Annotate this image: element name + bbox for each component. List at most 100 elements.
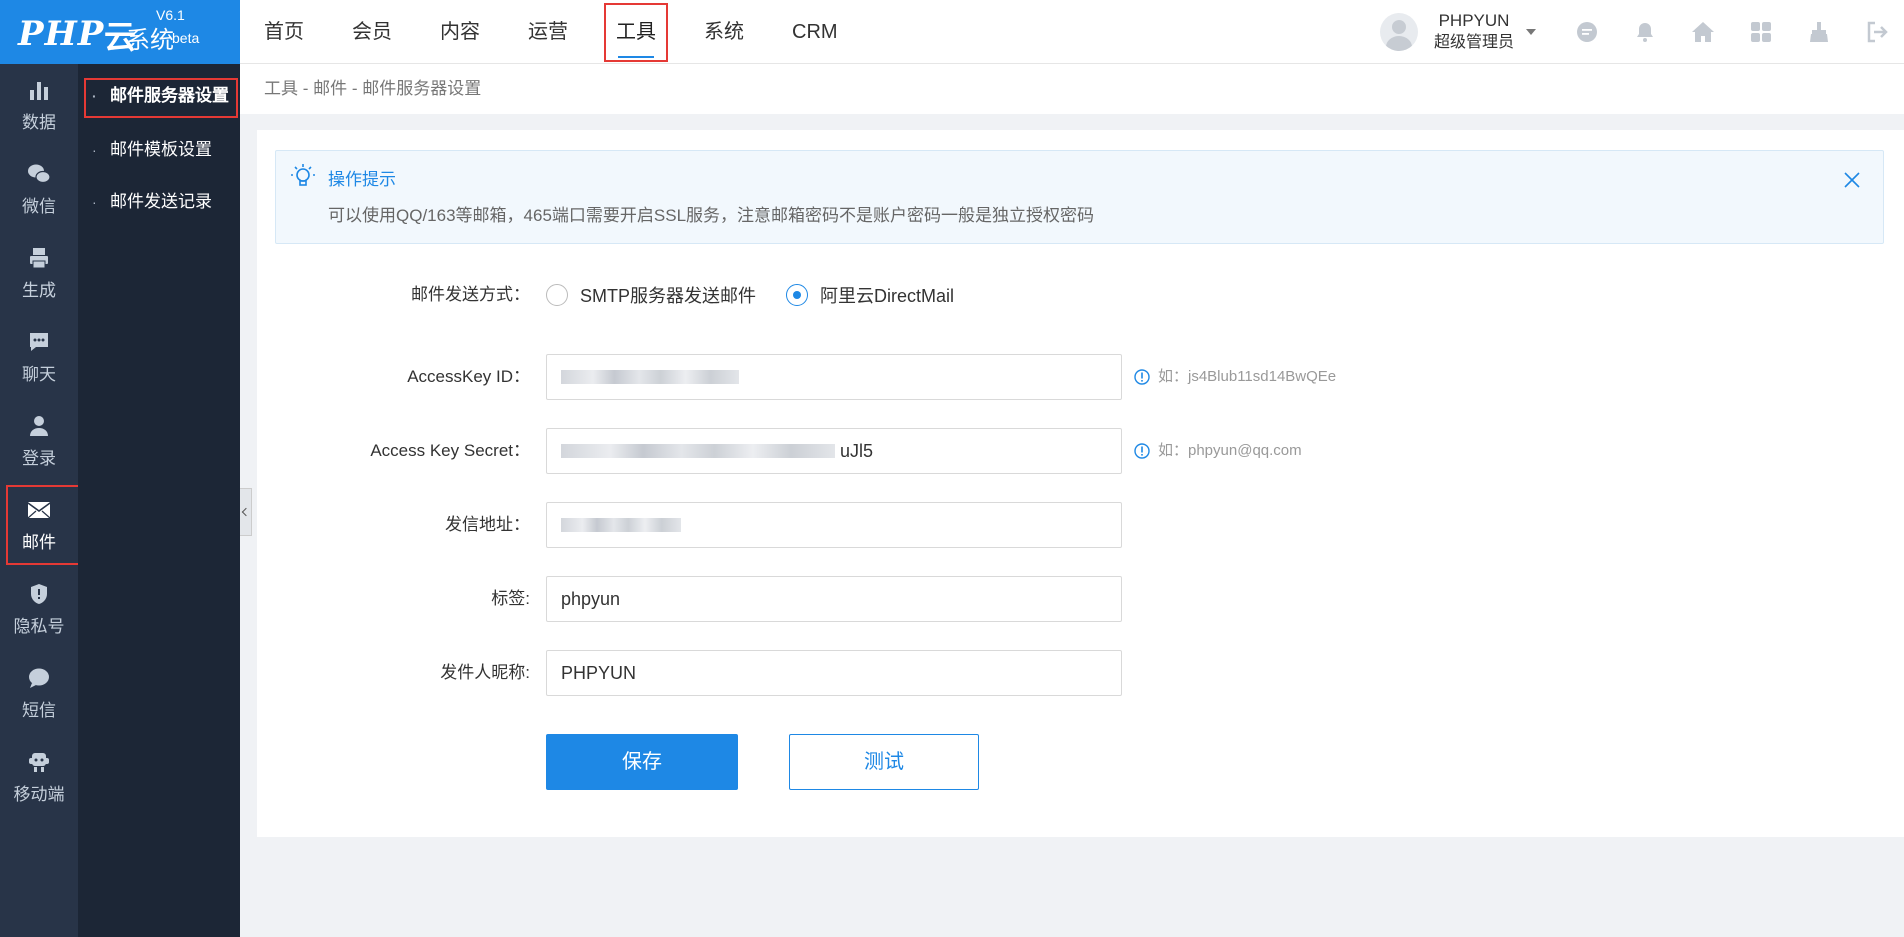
logo-beta: beta [172,30,200,46]
radio-option-directmail[interactable]: 阿里云DirectMail [786,282,954,308]
from-address-input[interactable] [546,502,1122,548]
top-nav-home[interactable]: 首页 [240,0,328,64]
access-key-secret-visible: uJl5 [840,441,874,461]
highlight-box [604,3,668,62]
print-icon [30,248,48,269]
wechat-icon [28,164,51,184]
home-icon[interactable] [1674,0,1732,64]
sidebar-item-login[interactable]: 登录 [0,400,78,484]
highlight-box [84,78,238,118]
sidebar-collapse-handle[interactable] [240,488,252,536]
save-button[interactable]: 保存 [546,734,738,790]
sidebar-item-sms[interactable]: 短信 [0,652,78,736]
user-menu[interactable]: PHPYUN 超级管理员 [1380,0,1537,64]
sidebar-item-label: 生成 [22,281,56,300]
tip-text: 可以使用QQ/163等邮箱，465端口需要开启SSL服务，注意邮箱密码不是账户密… [328,206,1095,225]
sidebar-item-label: 短信 [22,701,56,720]
top-nav-crm[interactable]: CRM [768,0,862,64]
chevron-down-icon [1526,29,1537,35]
top-nav-label: 系统 [704,21,744,43]
access-key-id-hint: 如：js4Blub11sd14BwQEe [1134,354,1336,400]
tag-input[interactable]: phpyun [546,576,1122,622]
submenu-item-mail-template[interactable]: 邮件模板设置 [78,130,240,170]
top-nav-tools[interactable]: 工具 [592,0,680,64]
submenu-item-mail-server[interactable]: 邮件服务器设置 [78,76,240,118]
sidebar-item-label: 微信 [22,197,56,216]
tag-row: 标签: phpyun [257,576,1904,622]
nickname-row: 发件人昵称: PHPYUN [257,650,1904,696]
sidebar-item-mobile[interactable]: 移动端 [0,736,78,820]
top-nav-member[interactable]: 会员 [328,0,416,64]
nickname-label: 发件人昵称: [440,663,530,682]
radio-option-smtp[interactable]: SMTP服务器发送邮件 [546,282,756,308]
access-key-secret-row: Access Key Secret： uJl5 如：phpyun@qq.com [257,428,1904,474]
redacted-value [561,518,681,532]
info-icon [1134,369,1150,385]
from-address-row: 发信地址： [257,502,1904,548]
redacted-value [561,370,739,384]
logo-system: 系统 [126,27,174,54]
active-underline [618,56,654,58]
bar-chart-icon [30,82,48,100]
avatar [1380,13,1418,51]
bell-icon[interactable] [1616,0,1674,64]
lightbulb-icon [291,164,315,186]
shield-icon [31,584,47,604]
app-logo[interactable]: PHP 云 系统 V6.1 beta [0,0,240,64]
top-bar: 首页 会员 内容 运营 工具 系统 CRM PHPYUN 超级管理员 [240,0,1904,64]
logo-version: V6.1 [156,7,185,23]
top-icon-bar [1558,0,1904,64]
access-key-id-input[interactable] [546,354,1122,400]
info-icon [1134,443,1150,459]
sidebar-item-privacy[interactable]: 隐私号 [0,568,78,652]
send-method-label: 邮件发送方式： [411,285,530,304]
access-key-id-label: AccessKey ID： [407,367,530,386]
nickname-input[interactable]: PHPYUN [546,650,1122,696]
send-method-row: 邮件发送方式： SMTP服务器发送邮件 阿里云DirectMail [257,272,1904,318]
top-nav-operation[interactable]: 运营 [504,0,592,64]
access-key-secret-hint: 如：phpyun@qq.com [1134,428,1302,474]
radio-smtp[interactable] [546,284,568,306]
sidebar-item-label: 数据 [22,113,56,132]
close-icon[interactable] [1843,171,1861,189]
tip-title: 操作提示 [328,170,396,189]
top-nav-system[interactable]: 系统 [680,0,768,64]
access-key-id-hint-text: 如：js4Blub11sd14BwQEe [1158,368,1337,385]
sub-menu: 邮件服务器设置 邮件模板设置 邮件发送记录 [78,64,240,937]
top-nav-content[interactable]: 内容 [416,0,504,64]
highlight-box [6,485,80,565]
mobile-icon [29,753,49,772]
submenu-item-label: 邮件发送记录 [110,192,212,211]
user-icon [30,416,48,436]
access-key-secret-input[interactable]: uJl5 [546,428,1122,474]
top-nav-label: 内容 [440,21,480,43]
radio-directmail[interactable] [786,284,809,306]
breadcrumb: 工具 - 邮件 - 邮件服务器设置 [240,64,1904,114]
sidebar-item-wechat[interactable]: 微信 [0,148,78,232]
logo-php: PHP [18,14,105,54]
test-button[interactable]: 测试 [789,734,979,790]
from-address-label: 发信地址： [445,515,530,534]
radio-smtp-label: SMTP服务器发送邮件 [580,286,757,306]
sidebar-item-mail[interactable]: 邮件 [0,484,80,568]
sidebar-item-chat[interactable]: 聊天 [0,316,78,400]
sidebar-item-label: 登录 [22,449,56,468]
submenu-item-mail-log[interactable]: 邮件发送记录 [78,182,240,222]
chat-bubble-icon[interactable] [1558,0,1616,64]
sidebar-item-label: 隐私号 [13,617,65,636]
user-info: PHPYUN 超级管理员 [1434,10,1514,54]
tag-label: 标签: [491,589,530,608]
sidebar-item-label: 聊天 [22,365,56,384]
top-nav-label: CRM [792,21,838,43]
redacted-value [561,444,835,458]
main-sidebar: 数据 微信 生成 聊天 登录 邮件 隐私号 短信 移动端 [0,64,80,937]
sidebar-item-data[interactable]: 数据 [0,64,78,148]
button-row: 保存 测试 [257,734,1904,790]
radio-directmail-label: 阿里云DirectMail [820,286,955,306]
access-key-secret-label: Access Key Secret： [370,441,530,460]
grid-icon[interactable] [1732,0,1790,64]
sidebar-item-generate[interactable]: 生成 [0,232,78,316]
settings-panel: 操作提示 可以使用QQ/163等邮箱，465端口需要开启SSL服务，注意邮箱密码… [257,130,1904,837]
logout-icon[interactable] [1848,0,1904,64]
broom-icon[interactable] [1790,0,1848,64]
